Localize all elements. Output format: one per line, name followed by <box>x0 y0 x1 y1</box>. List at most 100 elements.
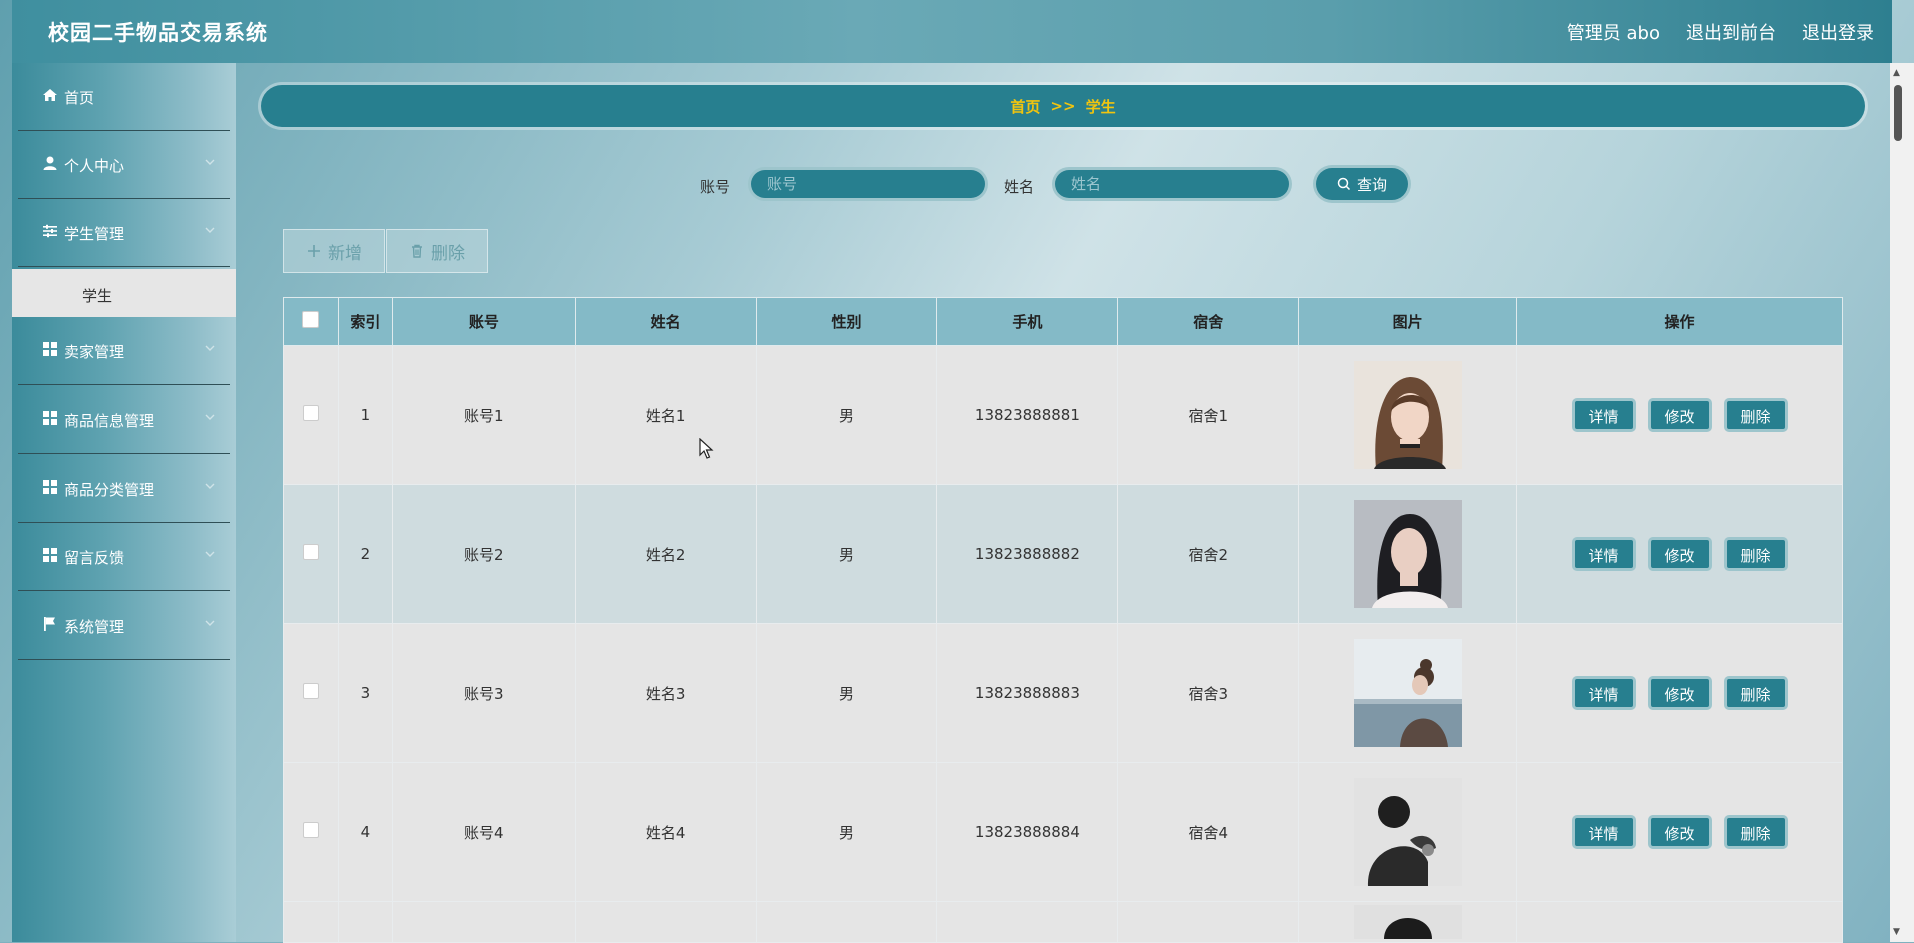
dorm-cell: 宿舍3 <box>1117 623 1300 763</box>
user-icon <box>43 156 57 170</box>
vertical-scrollbar[interactable]: ▲ ▼ <box>1890 63 1914 942</box>
student-photo <box>1353 778 1462 886</box>
sidebar-item-label: 商品信息管理 <box>64 412 155 430</box>
table-header-row: 索引 账号 姓名 性别 手机 宿舍 图片 操作 <box>283 297 1843 346</box>
sidebar-item-goods-info-management[interactable]: 商品信息管理 <box>18 386 230 454</box>
batch-delete-button[interactable]: 删除 <box>386 229 488 273</box>
breadcrumb: 首页 >> 学生 <box>261 85 1865 127</box>
scroll-up-arrow-icon[interactable]: ▲ <box>1893 68 1900 78</box>
account-cell: 账号3 <box>391 623 576 763</box>
sidebar-item-label: 个人中心 <box>64 157 125 175</box>
column-header: 性别 <box>755 297 938 346</box>
gender-cell: 男 <box>755 623 938 763</box>
table-row: 4 账号4 姓名4 男 13823888884 宿舍4 详情 修改 删除 <box>283 762 1843 902</box>
sidebar-item-personal-center[interactable]: 个人中心 <box>18 131 230 199</box>
edit-button[interactable]: 修改 <box>1647 398 1712 432</box>
actions-cell: 详情 修改 删除 <box>1516 345 1843 485</box>
logout-link[interactable]: 退出登录 <box>1802 19 1874 45</box>
edit-button[interactable]: 修改 <box>1647 676 1712 710</box>
name-cell: 姓名3 <box>574 623 757 763</box>
sidebar-item-student-management[interactable]: 学生管理 <box>18 199 230 267</box>
sidebar-item-label: 卖家管理 <box>64 343 125 361</box>
phone-cell: 13823888881 <box>936 345 1119 485</box>
sidebar-item-label: 留言反馈 <box>64 549 125 567</box>
column-header: 手机 <box>936 297 1119 346</box>
photo-cell <box>1298 762 1518 902</box>
student-photo <box>1353 361 1462 469</box>
student-table: 索引 账号 姓名 性别 手机 宿舍 图片 操作 1 账号1 姓名1 男 1382… <box>283 297 1843 943</box>
photo-cell <box>1298 623 1518 763</box>
grid-icon <box>43 342 57 356</box>
row-checkbox[interactable] <box>302 405 319 421</box>
breadcrumb-home[interactable]: 首页 <box>1010 96 1040 117</box>
sliders-icon <box>43 224 57 238</box>
add-button[interactable]: 新增 <box>283 229 385 273</box>
scrollbar-thumb[interactable] <box>1894 85 1902 141</box>
photo-cell <box>1298 345 1518 485</box>
sidebar-item-home[interactable]: 首页 <box>18 63 230 131</box>
index-cell: 1 <box>337 345 393 485</box>
header-links: 管理员 abo 退出到前台 退出登录 <box>1567 19 1874 45</box>
account-cell: 账号1 <box>391 345 576 485</box>
sidebar-subitem-student[interactable]: 学生 <box>12 269 236 317</box>
table-row: 2 账号2 姓名2 男 13823888882 宿舍2 详情 修改 删除 <box>283 484 1843 624</box>
dorm-cell: 宿舍4 <box>1117 762 1300 902</box>
account-cell: 账号4 <box>391 762 576 902</box>
student-photo <box>1353 500 1462 608</box>
row-checkbox[interactable] <box>302 683 319 699</box>
phone-cell: 13823888884 <box>936 762 1119 902</box>
admin-user-label[interactable]: 管理员 abo <box>1567 19 1660 45</box>
name-cell: 姓名2 <box>574 484 757 624</box>
phone-cell: 13823888882 <box>936 484 1119 624</box>
chevron-down-icon <box>205 620 215 626</box>
sidebar-item-seller-management[interactable]: 卖家管理 <box>18 317 230 385</box>
chevron-down-icon <box>205 159 215 165</box>
student-photo <box>1353 639 1462 747</box>
chevron-down-icon <box>205 345 215 351</box>
row-checkbox[interactable] <box>302 544 319 560</box>
add-button-label: 新增 <box>328 243 362 264</box>
actions-cell: 详情 修改 删除 <box>1516 623 1843 763</box>
delete-button[interactable]: 删除 <box>1723 398 1788 432</box>
sidebar-item-label: 首页 <box>64 89 95 107</box>
delete-button[interactable]: 删除 <box>1723 676 1788 710</box>
name-cell: 姓名4 <box>574 762 757 902</box>
photo-cell <box>1298 901 1518 943</box>
select-all-checkbox[interactable] <box>302 311 320 328</box>
gender-cell: 男 <box>755 345 938 485</box>
column-header: 宿舍 <box>1117 297 1300 346</box>
query-button[interactable]: 查询 <box>1313 165 1411 203</box>
to-front-link[interactable]: 退出到前台 <box>1686 19 1776 45</box>
actions-cell: 详情 修改 删除 <box>1516 484 1843 624</box>
account-search-input[interactable] <box>748 167 988 201</box>
table-row: 3 账号3 姓名3 男 13823888883 宿舍3 详情 修改 删除 <box>283 623 1843 763</box>
chevron-down-icon <box>205 483 215 489</box>
edit-button[interactable]: 修改 <box>1647 815 1712 849</box>
sidebar-item-system-management[interactable]: 系统管理 <box>18 592 230 660</box>
detail-button[interactable]: 详情 <box>1571 815 1636 849</box>
chevron-down-icon <box>205 414 215 420</box>
select-all-cell <box>283 297 339 346</box>
sidebar-item-feedback[interactable]: 留言反馈 <box>18 523 230 591</box>
column-header: 姓名 <box>574 297 757 346</box>
row-checkbox[interactable] <box>302 822 319 838</box>
sidebar-item-goods-category-management[interactable]: 商品分类管理 <box>18 455 230 523</box>
chevron-down-icon <box>205 551 215 557</box>
scroll-down-arrow-icon[interactable]: ▼ <box>1893 927 1900 937</box>
delete-button[interactable]: 删除 <box>1723 815 1788 849</box>
phone-cell: 13823888883 <box>936 623 1119 763</box>
edit-button[interactable]: 修改 <box>1647 537 1712 571</box>
detail-button[interactable]: 详情 <box>1571 537 1636 571</box>
detail-button[interactable]: 详情 <box>1571 398 1636 432</box>
dorm-cell: 宿舍2 <box>1117 484 1300 624</box>
flag-icon <box>44 617 55 631</box>
chevron-down-icon <box>205 227 215 233</box>
index-cell: 2 <box>337 484 393 624</box>
name-search-label: 姓名 <box>1004 178 1035 196</box>
grid-icon <box>43 548 57 562</box>
detail-button[interactable]: 详情 <box>1571 676 1636 710</box>
trash-icon <box>412 244 422 258</box>
name-search-input[interactable] <box>1052 167 1292 201</box>
delete-button[interactable]: 删除 <box>1723 537 1788 571</box>
top-header: 校园二手物品交易系统 管理员 abo 退出到前台 退出登录 <box>12 0 1892 63</box>
